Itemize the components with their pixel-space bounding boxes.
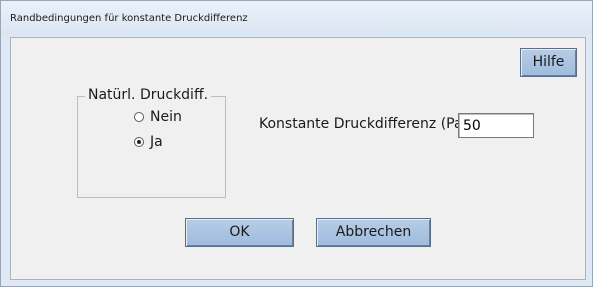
dialog-content: Hilfe Natürl. Druckdiff. Nein Ja Konstan…: [10, 37, 586, 280]
groupbox-label: Natürl. Druckdiff.: [85, 87, 212, 103]
radio-label-nein: Nein: [150, 109, 182, 125]
title-bar[interactable]: Randbedingungen für konstante Druckdiffe…: [1, 1, 592, 35]
cancel-button[interactable]: Abbrechen: [316, 218, 431, 247]
radio-option-ja[interactable]: Ja: [134, 134, 163, 150]
natural-pressure-groupbox: Natürl. Druckdiff. Nein Ja: [77, 87, 226, 198]
radio-checked-icon[interactable]: [134, 137, 144, 147]
window-title: Randbedingungen für konstante Druckdiffe…: [10, 13, 248, 24]
radio-unchecked-icon[interactable]: [134, 112, 144, 122]
dialog-window: Randbedingungen für konstante Druckdiffe…: [0, 0, 593, 287]
ok-button[interactable]: OK: [185, 218, 294, 247]
constant-pressure-label: Konstante Druckdifferenz (Pa): [259, 116, 469, 132]
constant-pressure-input[interactable]: 50: [458, 113, 534, 138]
radio-option-nein[interactable]: Nein: [134, 109, 182, 125]
radio-label-ja: Ja: [150, 134, 163, 150]
help-button[interactable]: Hilfe: [520, 48, 577, 77]
